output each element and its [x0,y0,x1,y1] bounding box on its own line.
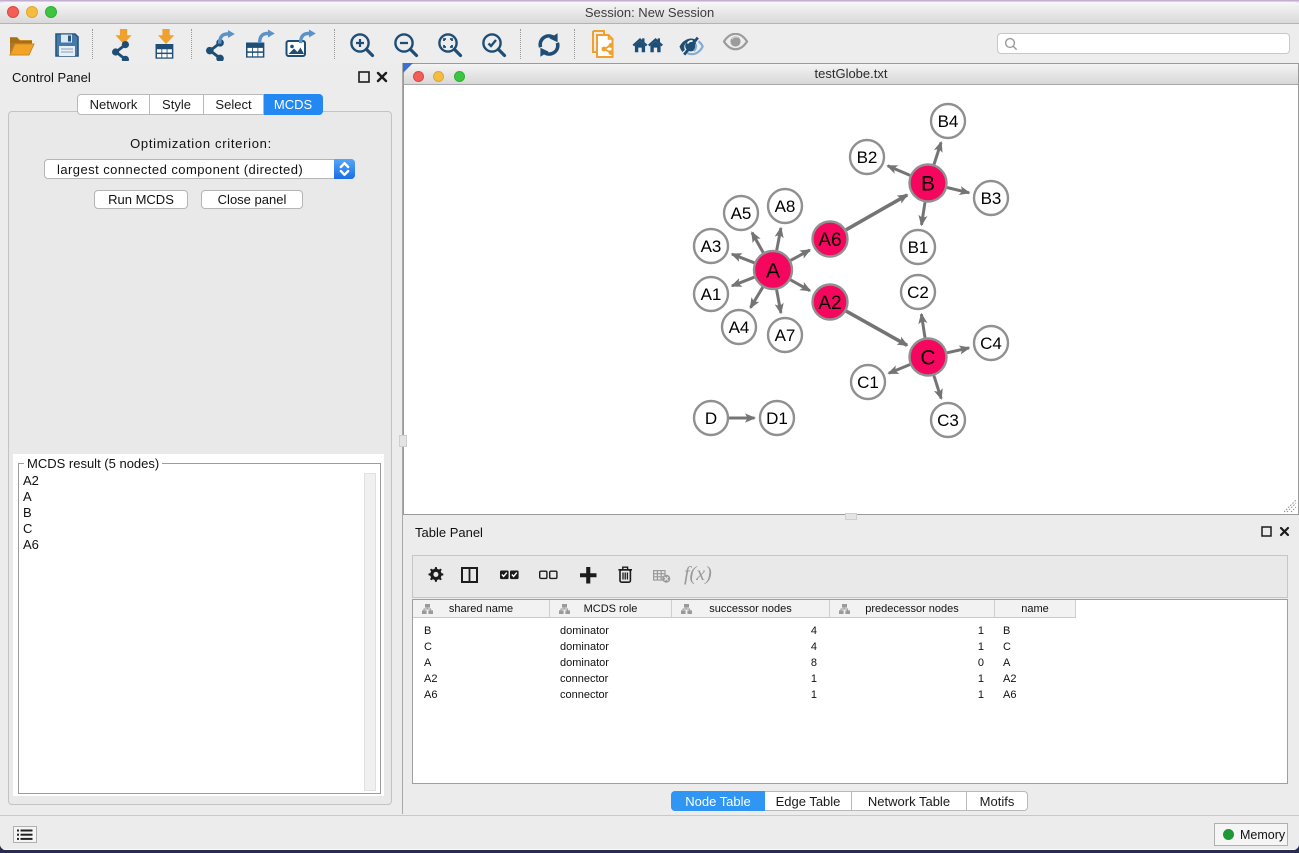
svg-text:D1: D1 [766,409,788,428]
svg-text:B1: B1 [908,238,929,257]
svg-text:A8: A8 [775,197,796,216]
svg-text:C3: C3 [937,411,959,430]
svg-text:f(x): f(x) [684,564,712,585]
svg-text:A6: A6 [818,230,841,251]
svg-text:B3: B3 [981,189,1002,208]
svg-text:C4: C4 [980,334,1002,353]
svg-text:A2: A2 [818,293,841,314]
svg-text:A3: A3 [701,237,722,256]
svg-text:A: A [766,260,780,283]
svg-text:C: C [920,347,935,370]
svg-text:C1: C1 [857,373,879,392]
svg-text:D: D [705,409,717,428]
svg-text:A1: A1 [701,285,722,304]
svg-text:B2: B2 [857,148,878,167]
svg-text:A7: A7 [775,326,796,345]
svg-text:B: B [921,173,935,196]
svg-text:C2: C2 [907,283,929,302]
svg-text:A4: A4 [729,318,750,337]
svg-text:B4: B4 [938,112,959,131]
svg-text:A5: A5 [731,204,752,223]
